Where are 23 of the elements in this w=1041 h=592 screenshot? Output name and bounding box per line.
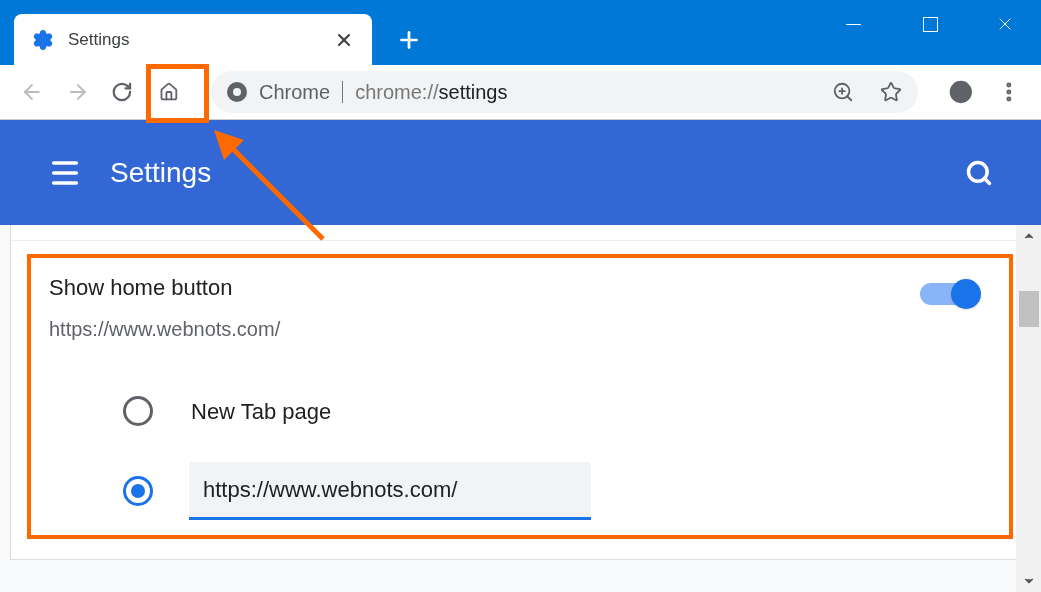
url-text: chrome://settings bbox=[355, 80, 509, 105]
settings-icon bbox=[32, 28, 54, 51]
search-icon[interactable] bbox=[965, 158, 993, 187]
scrollbar[interactable] bbox=[1016, 225, 1041, 592]
radio-button[interactable] bbox=[123, 476, 153, 506]
header-title: Settings bbox=[110, 155, 213, 190]
scrollbar-thumb[interactable] bbox=[1018, 290, 1039, 327]
option-label: New Tab page bbox=[191, 397, 332, 426]
highlight-frame bbox=[146, 64, 209, 123]
site-label: Chrome bbox=[259, 80, 331, 105]
reload-icon[interactable] bbox=[111, 81, 134, 103]
url-input-field[interactable]: https://www.webnots.com/ bbox=[189, 462, 591, 520]
browser-tab[interactable]: Settings bbox=[14, 14, 372, 65]
home-icon[interactable] bbox=[159, 82, 179, 102]
radio-button[interactable] bbox=[123, 396, 153, 426]
setting-subtitle: https://www.webnots.com/ bbox=[49, 317, 282, 342]
setting-title: Show home button bbox=[49, 274, 234, 302]
tab-title: Settings bbox=[68, 28, 131, 51]
address-bar[interactable]: Chrome chrome://settings bbox=[211, 71, 918, 113]
star-icon[interactable] bbox=[879, 81, 902, 103]
zoom-icon[interactable] bbox=[831, 81, 854, 103]
maximize-icon[interactable] bbox=[923, 16, 938, 32]
minimize-icon[interactable] bbox=[846, 23, 861, 25]
